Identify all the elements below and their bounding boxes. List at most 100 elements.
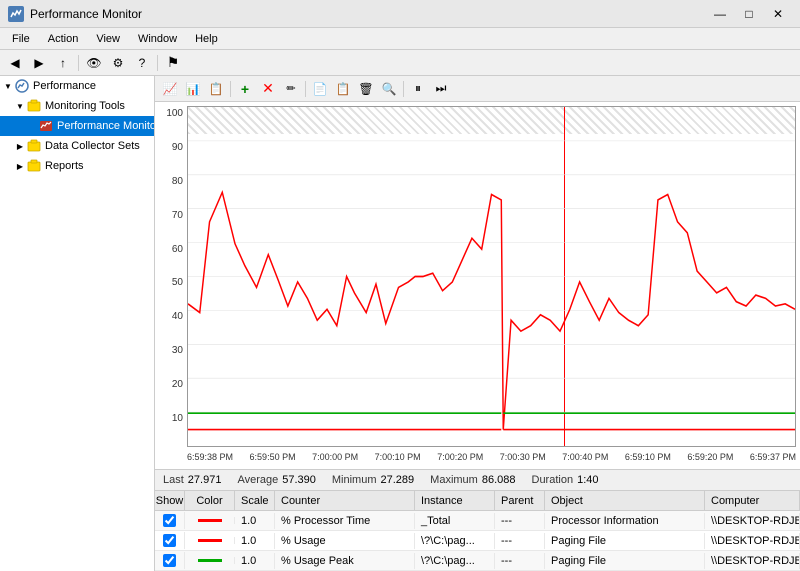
main-layout: ▼ Performance ▼ Monitoring Tools Perform… [0, 76, 800, 571]
close-button[interactable]: ✕ [764, 4, 792, 24]
sidebar-item-monitoring-tools[interactable]: ▼ Monitoring Tools [0, 96, 154, 116]
x-label-9: 6:59:37 PM [750, 452, 796, 462]
flag-button[interactable]: ⚑ [162, 52, 184, 74]
y-label-70: 70 [172, 210, 183, 221]
menu-bar: File Action View Window Help [0, 28, 800, 50]
td-parent-3: --- [495, 553, 545, 569]
data-table: Show Color Scale Counter Instance Parent… [155, 491, 800, 571]
td-color-3 [185, 557, 235, 564]
show-checkbox-1[interactable] [163, 514, 176, 527]
th-object: Object [545, 491, 705, 510]
avg-label: Average [237, 474, 278, 486]
clear-button[interactable]: 🗑 [355, 78, 377, 100]
monitoring-tools-icon [26, 98, 42, 114]
y-label-100: 100 [166, 108, 183, 119]
x-label-3: 7:00:10 PM [375, 452, 421, 462]
sidebar-item-performance-monitor[interactable]: Performance Monitor [0, 116, 154, 136]
add-counter-button[interactable]: + [234, 78, 256, 100]
td-scale-2: 1.0 [235, 533, 275, 549]
sidebar-label-performance: Performance [33, 80, 96, 92]
maximize-button[interactable]: □ [735, 4, 763, 24]
show-hide-button[interactable]: 👁 [83, 52, 105, 74]
sidebar: ▼ Performance ▼ Monitoring Tools Perform… [0, 76, 155, 571]
sidebar-item-performance[interactable]: ▼ Performance [0, 76, 154, 96]
dur-value: 1:40 [577, 474, 598, 486]
menu-file[interactable]: File [4, 31, 38, 47]
sidebar-label-perf-monitor: Performance Monitor [57, 120, 155, 132]
minimize-button[interactable]: — [706, 4, 734, 24]
th-show: Show [155, 491, 185, 510]
x-label-5: 7:00:30 PM [500, 452, 546, 462]
perf-monitor-icon [38, 118, 54, 134]
graph-area[interactable] [187, 106, 796, 447]
color-swatch-3 [198, 559, 222, 562]
view-graph-button[interactable]: 📈 [159, 78, 181, 100]
td-show-1[interactable] [155, 512, 185, 529]
menu-view[interactable]: View [88, 31, 128, 47]
y-label-30: 30 [172, 345, 183, 356]
x-label-0: 6:59:38 PM [187, 452, 233, 462]
view-histogram-button[interactable]: 📊 [182, 78, 204, 100]
y-label-10: 10 [172, 413, 183, 424]
x-label-8: 6:59:20 PM [687, 452, 733, 462]
sidebar-item-reports[interactable]: ▶ Reports [0, 156, 154, 176]
data-collector-icon [26, 138, 42, 154]
up-button[interactable]: ↑ [52, 52, 74, 74]
app-icon [8, 6, 24, 22]
y-label-60: 60 [172, 244, 183, 255]
show-checkbox-3[interactable] [163, 554, 176, 567]
last-label: Last [163, 474, 184, 486]
expand-icon-perf-monitor [26, 120, 38, 132]
td-show-2[interactable] [155, 532, 185, 549]
x-label-2: 7:00:00 PM [312, 452, 358, 462]
menu-action[interactable]: Action [40, 31, 87, 47]
y-label-50: 50 [172, 277, 183, 288]
help-button[interactable]: ? [131, 52, 153, 74]
td-show-3[interactable] [155, 552, 185, 569]
td-instance-2: \?\C:\pag... [415, 533, 495, 549]
properties-button[interactable]: ⚙ [107, 52, 129, 74]
forward-button[interactable]: ▶ [28, 52, 50, 74]
td-counter-3: % Usage Peak [275, 553, 415, 569]
window-controls: — □ ✕ [706, 4, 792, 24]
td-scale-1: 1.0 [235, 513, 275, 529]
td-object-3: Paging File [545, 553, 705, 569]
freeze-button[interactable]: ⏸ [407, 78, 429, 100]
min-label: Minimum [332, 474, 377, 486]
td-parent-1: --- [495, 513, 545, 529]
highlight-button[interactable]: ✏ [280, 78, 302, 100]
x-axis: 6:59:38 PM 6:59:50 PM 7:00:00 PM 7:00:10… [187, 447, 796, 465]
td-computer-1: \\DESKTOP-RDJB6GG [705, 513, 800, 529]
table-header: Show Color Scale Counter Instance Parent… [155, 491, 800, 511]
x-label-6: 7:00:40 PM [562, 452, 608, 462]
sidebar-label-monitoring: Monitoring Tools [45, 100, 125, 112]
x-label-1: 6:59:50 PM [250, 452, 296, 462]
table-row[interactable]: 1.0 % Usage Peak \?\C:\pag... --- Paging… [155, 551, 800, 571]
menu-window[interactable]: Window [130, 31, 185, 47]
show-checkbox-2[interactable] [163, 534, 176, 547]
td-color-2 [185, 537, 235, 544]
delete-counter-button[interactable]: ✕ [257, 78, 279, 100]
min-value: 27.289 [381, 474, 415, 486]
performance-icon [14, 78, 30, 94]
sidebar-item-data-collector-sets[interactable]: ▶ Data Collector Sets [0, 136, 154, 156]
y-label-40: 40 [172, 311, 183, 322]
table-row[interactable]: 1.0 % Usage \?\C:\pag... --- Paging File… [155, 531, 800, 551]
y-axis: 100 90 80 70 60 50 40 30 20 10 [159, 106, 187, 465]
stats-bar: Last 27.971 Average 57.390 Minimum 27.28… [155, 469, 800, 491]
menu-help[interactable]: Help [187, 31, 226, 47]
color-swatch-1 [198, 519, 222, 522]
zoom-button[interactable]: 🔍 [378, 78, 400, 100]
copy-button[interactable]: 📄 [309, 78, 331, 100]
td-instance-1: _Total [415, 513, 495, 529]
paste-button[interactable]: 📋 [332, 78, 354, 100]
table-row[interactable]: 1.0 % Processor Time _Total --- Processo… [155, 511, 800, 531]
td-computer-3: \\DESKTOP-RDJB6GG [705, 553, 800, 569]
sidebar-label-dcs: Data Collector Sets [45, 140, 140, 152]
main-toolbar: ◀ ▶ ↑ 👁 ⚙ ? ⚑ [0, 50, 800, 76]
view-report-button[interactable]: 📋 [205, 78, 227, 100]
back-button[interactable]: ◀ [4, 52, 26, 74]
td-computer-2: \\DESKTOP-RDJB6GG [705, 533, 800, 549]
content-area: 📈 📊 📋 + ✕ ✏ 📄 📋 🗑 🔍 ⏸ ⏭ 100 90 80 [155, 76, 800, 571]
update-button[interactable]: ⏭ [430, 78, 452, 100]
